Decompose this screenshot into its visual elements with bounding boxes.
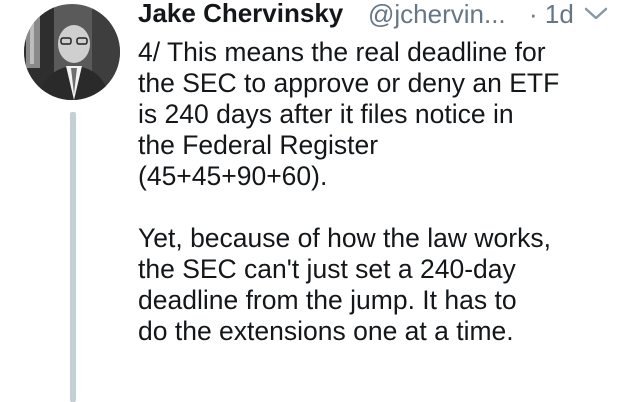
tweet-line: 4/ This means the real deadline for <box>138 37 546 67</box>
tweet-line: is 240 days after it files notice in <box>138 99 514 129</box>
avatar[interactable] <box>24 4 120 100</box>
thread-line <box>70 112 76 402</box>
tweet-line: deadline from the jump. It has to <box>138 285 517 315</box>
tweet-line: the SEC to approve or deny an ETF <box>138 68 560 98</box>
chevron-down-icon[interactable] <box>583 6 609 22</box>
tweet-line: the SEC can't just set a 240-day <box>138 254 516 284</box>
author-name[interactable]: Jake Chervinsky <box>138 0 343 29</box>
tweet-line: Yet, because of how the law works, <box>138 223 551 253</box>
tweet-line: do the extensions one at a time. <box>138 316 514 346</box>
avatar-photo <box>24 4 120 100</box>
tweet-line: the Federal Register <box>138 130 379 160</box>
timestamp[interactable]: · 1d <box>529 0 574 30</box>
tweet-line: (45+45+90+60). <box>138 161 328 191</box>
tweet-text: 4/ This means the real deadline for the … <box>138 37 622 347</box>
tweet-paragraph: 4/ This means the real deadline for the … <box>138 37 622 192</box>
tweet-paragraph: Yet, because of how the law works, the S… <box>138 223 622 347</box>
author-handle[interactable]: @jchervin... <box>368 0 506 30</box>
tweet-header: Jake Chervinsky @jchervin... · 1d <box>138 0 622 32</box>
